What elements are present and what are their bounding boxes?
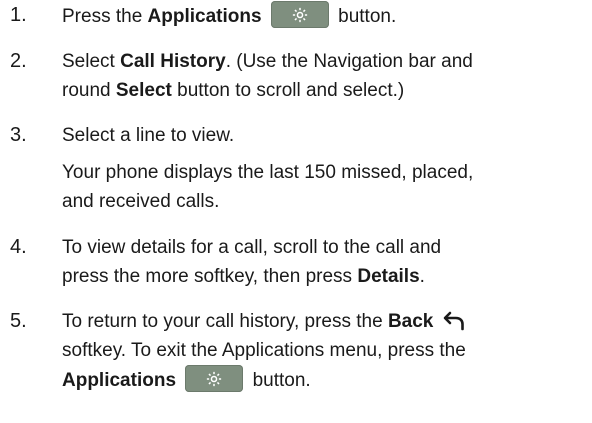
step-text-segment: button to scroll and select.) xyxy=(171,80,405,101)
step-text-segment: Select a line to view. xyxy=(62,125,235,146)
step-text: Select a line to view. Your phone displa… xyxy=(62,121,588,216)
step-text-segment: . xyxy=(419,266,425,287)
gear-icon xyxy=(292,7,307,22)
step-number: 2. xyxy=(10,50,27,72)
back-arrow-icon xyxy=(443,311,464,331)
call-history-label: Call History xyxy=(120,51,226,72)
step-text-segment: softkey. To exit the Applications menu, … xyxy=(62,340,466,361)
step-text-segment: button. xyxy=(247,370,311,391)
applications-label: Applications xyxy=(62,370,177,391)
step-text: To view details for a call, scroll to th… xyxy=(62,233,588,291)
step-text: To return to your call history, press th… xyxy=(62,307,588,395)
step-text-segment: Your phone displays the last 150 missed,… xyxy=(62,162,474,183)
step-text-segment: press the more softkey, then press xyxy=(62,266,358,287)
step-text-segment: button. xyxy=(332,6,397,27)
select-label: Select xyxy=(115,80,172,101)
step-number: 3. xyxy=(10,124,27,146)
step-text-segment: round xyxy=(62,80,116,101)
step-number: 1. xyxy=(10,4,27,26)
step-number: 4. xyxy=(10,236,27,258)
step-text: Press the Applications button. xyxy=(62,1,588,31)
instruction-steps: 1. Press the Applications button. 2. Sel… xyxy=(0,0,592,423)
back-label: Back xyxy=(387,311,434,332)
step-text-segment: Select xyxy=(62,51,121,72)
step-text: Select Call History. (Use the Navigation… xyxy=(62,47,588,105)
step-text-segment: . (Use the Navigation bar and xyxy=(225,51,473,72)
step-number: 5. xyxy=(10,310,27,332)
details-label: Details xyxy=(357,266,420,287)
applications-button xyxy=(185,365,244,392)
step-text-segment: To return to your call history, press th… xyxy=(62,311,388,332)
step-text-segment: and received calls. xyxy=(62,191,220,212)
step-text-segment: To view details for a call, scroll to th… xyxy=(62,237,442,258)
applications-button xyxy=(270,1,329,28)
step-text-segment: Press the xyxy=(62,6,148,27)
applications-label: Applications xyxy=(147,6,262,27)
gear-icon xyxy=(207,371,222,386)
